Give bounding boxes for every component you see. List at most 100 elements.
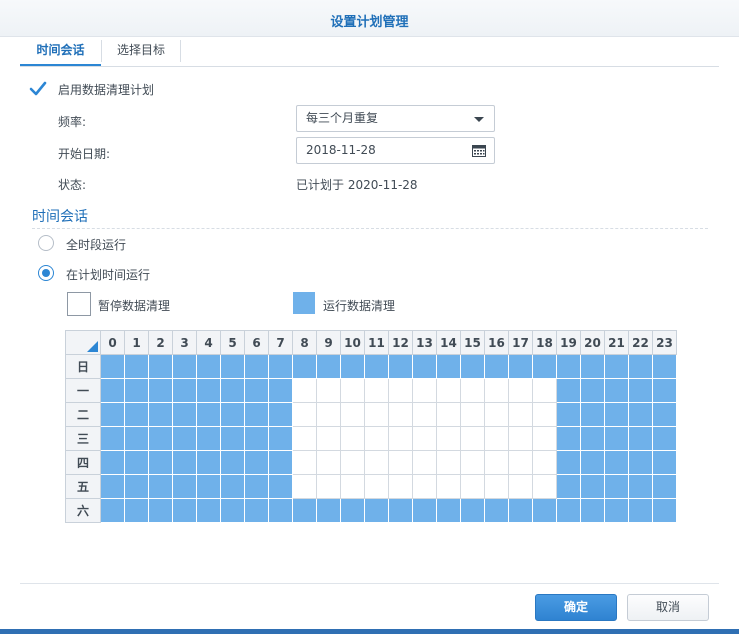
schedule-cell-paused[interactable] [484, 402, 509, 427]
schedule-cell-running[interactable] [268, 474, 293, 499]
schedule-cell-running[interactable] [604, 378, 629, 403]
schedule-cell-running[interactable] [244, 378, 269, 403]
schedule-cell-paused[interactable] [508, 450, 533, 475]
schedule-cell-running[interactable] [172, 474, 197, 499]
schedule-cell-paused[interactable] [436, 426, 461, 451]
schedule-cell-running[interactable] [580, 402, 605, 427]
schedule-cell-running[interactable] [604, 450, 629, 475]
schedule-cell-paused[interactable] [364, 474, 389, 499]
hour-header[interactable]: 9 [316, 330, 341, 355]
schedule-cell-running[interactable] [628, 426, 653, 451]
schedule-cell-running[interactable] [148, 378, 173, 403]
day-header[interactable]: 二 [65, 402, 101, 427]
schedule-cell-running[interactable] [100, 426, 125, 451]
ok-button[interactable]: 确定 [535, 594, 617, 621]
schedule-cell-running[interactable] [244, 354, 269, 379]
schedule-cell-running[interactable] [196, 402, 221, 427]
schedule-cell-paused[interactable] [484, 426, 509, 451]
schedule-cell-running[interactable] [244, 450, 269, 475]
hour-header[interactable]: 16 [484, 330, 509, 355]
schedule-cell-running[interactable] [172, 498, 197, 523]
schedule-cell-running[interactable] [100, 498, 125, 523]
schedule-cell-paused[interactable] [436, 402, 461, 427]
schedule-cell-paused[interactable] [532, 402, 557, 427]
schedule-cell-running[interactable] [580, 498, 605, 523]
schedule-cell-paused[interactable] [508, 378, 533, 403]
schedule-cell-running[interactable] [412, 354, 437, 379]
schedule-cell-paused[interactable] [484, 378, 509, 403]
schedule-cell-running[interactable] [340, 354, 365, 379]
schedule-cell-running[interactable] [412, 498, 437, 523]
hour-header[interactable]: 6 [244, 330, 269, 355]
schedule-cell-running[interactable] [196, 450, 221, 475]
schedule-cell-paused[interactable] [292, 450, 317, 475]
schedule-cell-running[interactable] [220, 498, 245, 523]
hour-header[interactable]: 22 [628, 330, 653, 355]
schedule-cell-running[interactable] [220, 354, 245, 379]
schedule-cell-paused[interactable] [532, 474, 557, 499]
schedule-cell-running[interactable] [196, 498, 221, 523]
schedule-cell-running[interactable] [220, 378, 245, 403]
hour-header[interactable]: 8 [292, 330, 317, 355]
schedule-cell-running[interactable] [244, 498, 269, 523]
hour-header[interactable]: 11 [364, 330, 389, 355]
schedule-cell-running[interactable] [292, 354, 317, 379]
schedule-cell-running[interactable] [436, 354, 461, 379]
schedule-cell-paused[interactable] [340, 474, 365, 499]
schedule-cell-running[interactable] [124, 378, 149, 403]
schedule-cell-running[interactable] [244, 402, 269, 427]
radio-run-scheduled[interactable] [38, 265, 54, 281]
schedule-cell-running[interactable] [556, 426, 581, 451]
schedule-cell-running[interactable] [508, 354, 533, 379]
schedule-cell-running[interactable] [148, 354, 173, 379]
schedule-cell-paused[interactable] [316, 378, 341, 403]
schedule-cell-paused[interactable] [340, 426, 365, 451]
tab-time-session[interactable]: 时间会话 [20, 37, 101, 66]
schedule-cell-paused[interactable] [388, 426, 413, 451]
hour-header[interactable]: 0 [100, 330, 125, 355]
schedule-cell-paused[interactable] [364, 378, 389, 403]
schedule-cell-running[interactable] [628, 378, 653, 403]
schedule-cell-paused[interactable] [316, 450, 341, 475]
schedule-cell-paused[interactable] [364, 426, 389, 451]
schedule-cell-running[interactable] [268, 498, 293, 523]
enable-checkbox[interactable] [29, 80, 47, 98]
schedule-cell-running[interactable] [652, 402, 677, 427]
schedule-cell-running[interactable] [196, 354, 221, 379]
hour-header[interactable]: 17 [508, 330, 533, 355]
schedule-cell-running[interactable] [268, 426, 293, 451]
hour-header[interactable]: 12 [388, 330, 413, 355]
schedule-cell-paused[interactable] [388, 402, 413, 427]
schedule-cell-paused[interactable] [532, 426, 557, 451]
schedule-cell-running[interactable] [652, 498, 677, 523]
select-all-corner[interactable] [65, 330, 101, 355]
schedule-cell-running[interactable] [628, 498, 653, 523]
schedule-cell-running[interactable] [628, 450, 653, 475]
hour-header[interactable]: 4 [196, 330, 221, 355]
schedule-cell-running[interactable] [388, 354, 413, 379]
schedule-cell-paused[interactable] [436, 474, 461, 499]
schedule-cell-running[interactable] [388, 498, 413, 523]
schedule-cell-running[interactable] [580, 354, 605, 379]
schedule-cell-paused[interactable] [388, 378, 413, 403]
schedule-cell-running[interactable] [652, 474, 677, 499]
schedule-cell-running[interactable] [580, 426, 605, 451]
schedule-cell-paused[interactable] [508, 402, 533, 427]
day-header[interactable]: 三 [65, 426, 101, 451]
schedule-cell-paused[interactable] [412, 474, 437, 499]
schedule-cell-running[interactable] [292, 498, 317, 523]
schedule-cell-paused[interactable] [436, 450, 461, 475]
schedule-cell-running[interactable] [100, 450, 125, 475]
schedule-cell-running[interactable] [604, 354, 629, 379]
hour-header[interactable]: 2 [148, 330, 173, 355]
schedule-cell-paused[interactable] [340, 450, 365, 475]
schedule-cell-running[interactable] [556, 498, 581, 523]
schedule-cell-running[interactable] [652, 426, 677, 451]
schedule-cell-running[interactable] [148, 450, 173, 475]
schedule-cell-running[interactable] [268, 354, 293, 379]
schedule-cell-running[interactable] [100, 354, 125, 379]
schedule-cell-running[interactable] [604, 426, 629, 451]
tab-select-target[interactable]: 选择目标 [101, 40, 181, 62]
radio-run-all-time[interactable] [38, 235, 54, 251]
schedule-cell-running[interactable] [196, 378, 221, 403]
